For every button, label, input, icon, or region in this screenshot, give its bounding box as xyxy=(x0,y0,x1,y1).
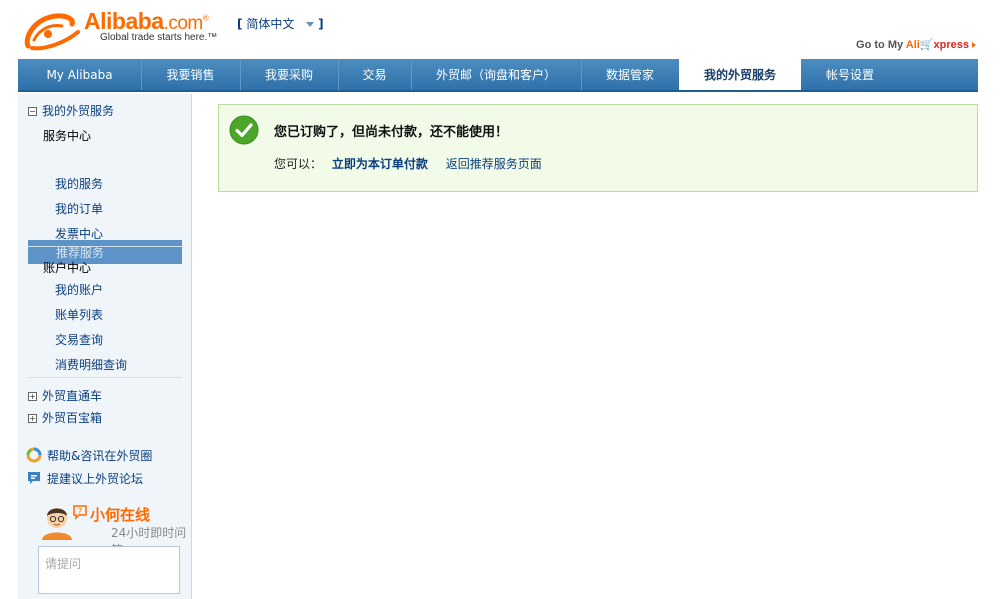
sidebar-item-direct-train[interactable]: + 外贸直通车 xyxy=(28,387,102,404)
sidebar-item-my-orders[interactable]: 我的订单 xyxy=(55,200,103,217)
alibaba-smile-icon xyxy=(24,13,80,51)
message-actions: 您可以： 立即为本订单付款 返回推荐服务页面 xyxy=(274,155,542,172)
message-prompt: 您可以： xyxy=(274,157,323,171)
resize-grip-icon[interactable]: .:: xyxy=(45,555,175,590)
logo-word: Alibaba xyxy=(84,8,164,34)
sidebar: − 我的外贸服务 服务中心 推荐服务 我的服务 我的订单 发票中心 账户中心 我的… xyxy=(18,94,192,599)
logo-tagline: Global trade starts here.™ xyxy=(100,32,218,43)
sidebar-item-toolbox[interactable]: + 外贸百宝箱 xyxy=(28,409,102,426)
collapse-icon[interactable]: − xyxy=(28,107,37,116)
sidebar-root[interactable]: − 我的外贸服务 xyxy=(28,102,114,119)
cart-icon: 🛒 xyxy=(919,39,934,51)
divider xyxy=(28,377,182,378)
checkmark-icon xyxy=(229,115,259,145)
back-to-recommended-link[interactable]: 返回推荐服务页面 xyxy=(446,157,542,171)
nav-trade[interactable]: 交易 xyxy=(338,59,412,90)
nav-my-alibaba[interactable]: My Alibaba xyxy=(18,59,142,90)
logo-dotcom: .com xyxy=(163,13,204,34)
goto-aliexpress-link[interactable]: Go to My Ali🛒xpress xyxy=(856,38,976,51)
nav-my-trade-services[interactable]: 我的外贸服务 xyxy=(679,59,801,90)
nav-buy[interactable]: 我要采购 xyxy=(240,59,339,90)
chevron-down-icon xyxy=(306,22,315,27)
language-selector[interactable]: [ 简体中文 ] xyxy=(237,15,324,32)
nav-account-settings[interactable]: 帐号设置 xyxy=(801,59,899,90)
arrow-right-icon xyxy=(972,42,976,48)
sidebar-item-spending-query[interactable]: 消费明细查询 xyxy=(55,356,127,373)
help-link[interactable]: 帮助&咨讯在外贸圈 xyxy=(26,447,152,464)
main-nav: My Alibaba 我要销售 我要采购 交易 外贸邮（询盘和客户） 数据管家 … xyxy=(18,59,978,92)
help-ring-icon xyxy=(26,447,42,463)
service-center-heading: 服务中心 xyxy=(43,129,92,143)
language-label: 简体中文 xyxy=(246,17,295,31)
sidebar-item-trade-query[interactable]: 交易查询 xyxy=(55,331,103,348)
alibaba-logo[interactable]: Alibaba.com® Global trade starts here.™ xyxy=(22,8,232,52)
sidebar-item-bill-list[interactable]: 账单列表 xyxy=(55,306,103,323)
sidebar-item-my-account[interactable]: 我的账户 xyxy=(55,281,103,298)
message-title: 您已订购了，但尚未付款，还不能使用！ xyxy=(274,125,509,140)
nav-trade-mail[interactable]: 外贸邮（询盘和客户） xyxy=(411,59,582,90)
ask-question-input[interactable]: 请提问 .:: xyxy=(38,546,180,594)
chat-bubble-icon xyxy=(28,472,40,484)
forum-link[interactable]: 提建议上外贸论坛 xyxy=(26,470,143,487)
svg-text:?: ? xyxy=(78,507,82,516)
speech-icon: ? xyxy=(73,505,87,520)
divider xyxy=(28,246,182,247)
assistant-widget[interactable]: ? 小何在线 24小时即时问答 xyxy=(38,502,188,557)
assistant-name: 小何在线 xyxy=(90,506,151,524)
assistant-avatar-icon xyxy=(42,508,72,540)
expand-icon[interactable]: + xyxy=(28,392,37,401)
nav-sell[interactable]: 我要销售 xyxy=(141,59,241,90)
expand-icon[interactable]: + xyxy=(28,414,37,423)
account-center-heading: 账户中心 xyxy=(43,261,92,275)
pay-now-link[interactable]: 立即为本订单付款 xyxy=(332,157,428,171)
sidebar-item-my-services[interactable]: 我的服务 xyxy=(55,175,103,192)
order-status-message: 您已订购了，但尚未付款，还不能使用！ 您可以： 立即为本订单付款 返回推荐服务页… xyxy=(218,104,978,192)
nav-data-manager[interactable]: 数据管家 xyxy=(581,59,680,90)
sidebar-item-invoice-center[interactable]: 发票中心 xyxy=(55,225,103,242)
header: Alibaba.com® Global trade starts here.™ … xyxy=(0,0,1000,58)
